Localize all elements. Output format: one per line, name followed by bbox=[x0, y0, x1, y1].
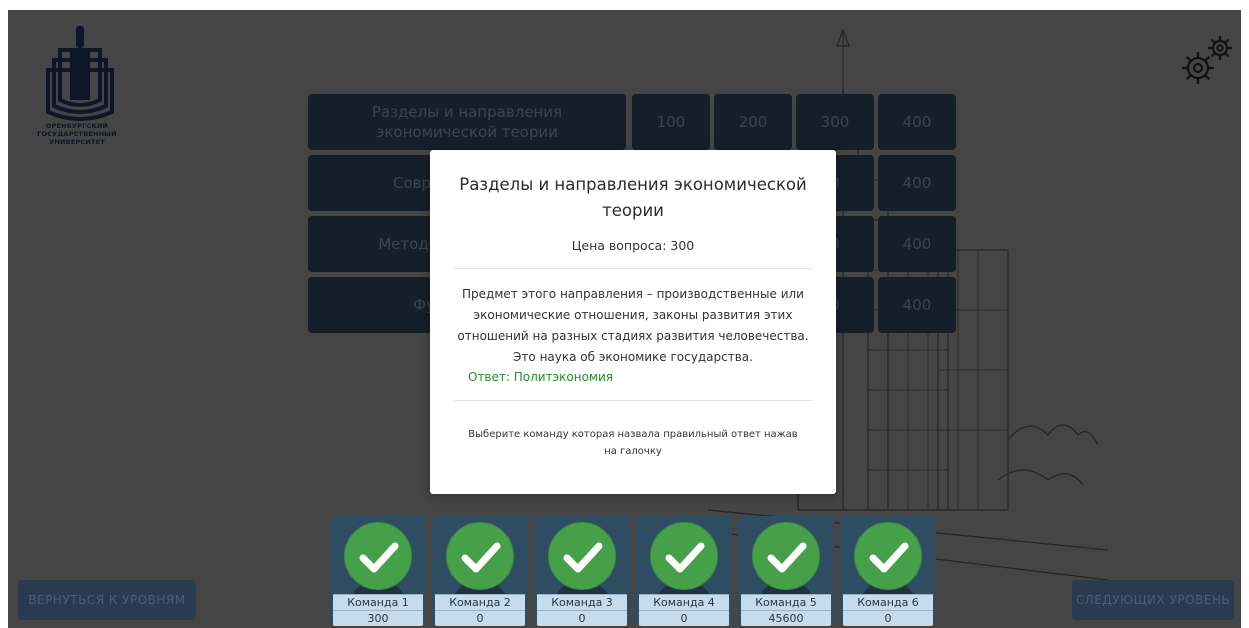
team-card-6[interactable]: Команда 6 0 bbox=[840, 516, 936, 626]
team-card-5[interactable]: Команда 5 45600 bbox=[738, 516, 834, 626]
next-level-button[interactable]: СЛЕДУЮЩИХ УРОВЕНЬ bbox=[1072, 580, 1234, 620]
team-name: Команда 3 bbox=[537, 594, 627, 611]
team-card-2[interactable]: Команда 2 0 bbox=[432, 516, 528, 626]
team-score: 300 bbox=[333, 610, 423, 626]
team-card-1[interactable]: Команда 1 300 bbox=[330, 516, 426, 626]
team-name: Команда 2 bbox=[435, 594, 525, 611]
team-score: 0 bbox=[639, 610, 729, 626]
modal-divider bbox=[454, 268, 812, 269]
checkmark-icon[interactable] bbox=[650, 522, 718, 590]
team-name: Команда 4 bbox=[639, 594, 729, 611]
modal-title: Разделы и направления экономической теор… bbox=[459, 175, 807, 220]
question-price: Цена вопроса: 300 bbox=[571, 238, 695, 253]
answer-text: Ответ: Политэкономия bbox=[468, 370, 613, 384]
team-score: 45600 bbox=[741, 610, 831, 626]
team-card-4[interactable]: Команда 4 0 bbox=[636, 516, 732, 626]
checkmark-icon[interactable] bbox=[854, 522, 922, 590]
team-name: Команда 1 bbox=[333, 594, 423, 611]
checkmark-icon[interactable] bbox=[446, 522, 514, 590]
question-text: Предмет этого направления – производстве… bbox=[457, 287, 809, 364]
team-card-3[interactable]: Команда 3 0 bbox=[534, 516, 630, 626]
team-name: Команда 5 bbox=[741, 594, 831, 611]
checkmark-icon[interactable] bbox=[344, 522, 412, 590]
team-score: 0 bbox=[843, 610, 933, 626]
team-name: Команда 6 bbox=[843, 594, 933, 611]
instruction-text: Выберите команду которая назвала правиль… bbox=[468, 429, 798, 457]
team-score: 0 bbox=[537, 610, 627, 626]
checkmark-icon[interactable] bbox=[548, 522, 616, 590]
question-modal: Разделы и направления экономической теор… bbox=[430, 150, 836, 494]
checkmark-icon[interactable] bbox=[752, 522, 820, 590]
back-to-levels-button[interactable]: ВЕРНУТЬСЯ К УРОВНЯМ bbox=[18, 580, 196, 620]
modal-divider bbox=[454, 400, 812, 401]
team-score: 0 bbox=[435, 610, 525, 626]
